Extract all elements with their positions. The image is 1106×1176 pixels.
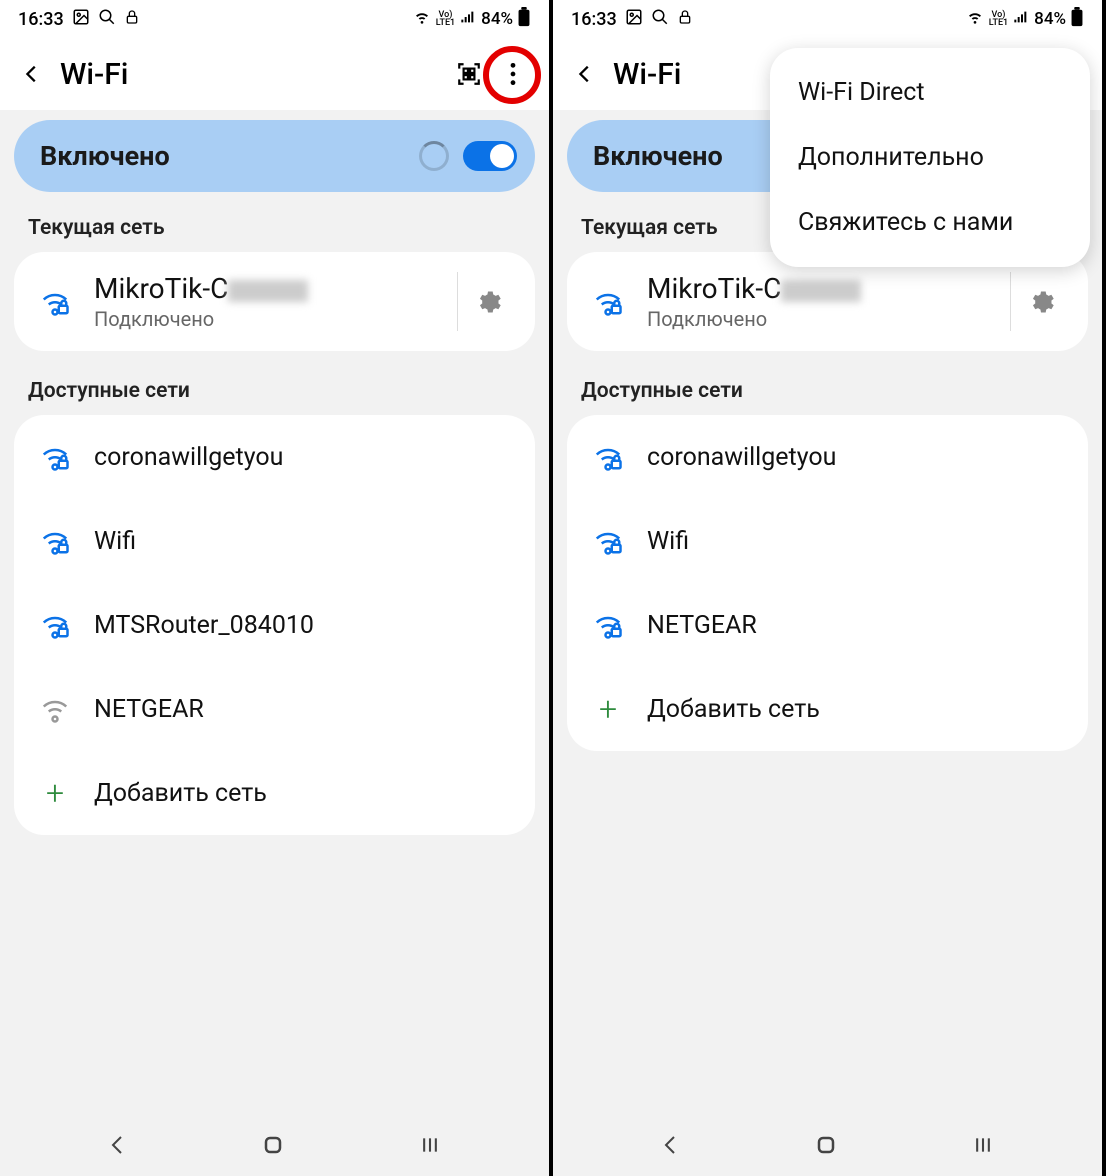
- signal-icon: [1012, 9, 1030, 29]
- network-settings-button[interactable]: [1010, 272, 1070, 331]
- wifi-secured-icon: [585, 442, 631, 472]
- wifi-open-icon: [32, 694, 78, 724]
- current-network-row[interactable]: MikroTik-C Подключено: [14, 252, 535, 351]
- wifi-toggle-row[interactable]: Включено: [14, 120, 535, 192]
- redacted-text: [228, 280, 308, 302]
- available-networks-card: coronawillgetyou Wifi MTSRouter_084010 N…: [14, 415, 535, 835]
- wifi-secured-icon: [585, 526, 631, 556]
- phone-left: 16:33 Vo)LTE1 84%: [0, 0, 553, 1176]
- available-networks-card: coronawillgetyou Wifi NETGEAR + Добавить …: [567, 415, 1088, 751]
- network-status: Подключено: [94, 307, 457, 331]
- battery-percent: 84%: [1034, 9, 1066, 29]
- highlight-circle: [483, 46, 541, 104]
- wifi-secured-icon: [32, 610, 78, 640]
- network-name: Wifi: [94, 527, 517, 556]
- nav-recent-button[interactable]: [417, 1135, 443, 1159]
- system-nav-bar: [553, 1118, 1102, 1176]
- volte-icon: Vo)LTE1: [436, 11, 455, 27]
- current-network-card: MikroTik-C Подключено: [14, 252, 535, 351]
- network-settings-button[interactable]: [457, 272, 517, 331]
- wifi-secured-icon: [32, 526, 78, 556]
- search-icon: [98, 8, 116, 31]
- options-popup: Wi-Fi Direct Дополнительно Свяжитесь с н…: [770, 48, 1090, 267]
- network-name: coronawillgetyou: [647, 443, 1070, 472]
- popup-advanced[interactable]: Дополнительно: [770, 125, 1090, 190]
- wifi-secured-icon: [585, 287, 631, 317]
- wifi-secured-icon: [32, 287, 78, 317]
- status-time: 16:33: [571, 9, 617, 30]
- nav-home-button[interactable]: [814, 1133, 838, 1161]
- toggle-label: Включено: [40, 140, 419, 172]
- phone-right: 16:33 Vo)LTE1 84%: [553, 0, 1106, 1176]
- network-row[interactable]: coronawillgetyou: [14, 415, 535, 499]
- network-row[interactable]: Wifi: [567, 499, 1088, 583]
- search-icon: [651, 8, 669, 31]
- nav-back-button[interactable]: [659, 1133, 683, 1161]
- plus-icon: +: [32, 774, 78, 812]
- status-bar: 16:33 Vo)LTE1 84%: [553, 0, 1102, 38]
- gallery-icon: [72, 8, 90, 31]
- available-networks-header: Доступные сети: [0, 369, 549, 415]
- network-name: Wifi: [647, 527, 1070, 556]
- wifi-secured-icon: [585, 610, 631, 640]
- add-network-label: Добавить сеть: [647, 695, 1070, 724]
- wifi-status-icon: [965, 9, 985, 29]
- back-button[interactable]: [8, 50, 56, 98]
- battery-percent: 84%: [481, 9, 513, 29]
- system-nav-bar: [0, 1118, 549, 1176]
- network-name: coronawillgetyou: [94, 443, 517, 472]
- loading-spinner-icon: [419, 141, 449, 171]
- plus-icon: +: [585, 690, 631, 728]
- network-row[interactable]: NETGEAR: [14, 667, 535, 751]
- redacted-text: [781, 280, 861, 302]
- nav-back-button[interactable]: [106, 1133, 130, 1161]
- network-name: MikroTik-C: [647, 272, 1010, 305]
- network-row[interactable]: coronawillgetyou: [567, 415, 1088, 499]
- network-name: MikroTik-C: [94, 272, 457, 305]
- gallery-icon: [625, 8, 643, 31]
- battery-icon: [1070, 7, 1084, 31]
- page-title: Wi-Fi: [60, 57, 447, 92]
- back-button[interactable]: [561, 50, 609, 98]
- lock-icon: [677, 8, 693, 31]
- status-time: 16:33: [18, 9, 64, 30]
- lock-icon: [124, 8, 140, 31]
- wifi-secured-icon: [32, 442, 78, 472]
- wifi-switch[interactable]: [463, 141, 517, 171]
- nav-home-button[interactable]: [261, 1133, 285, 1161]
- network-name: MTSRouter_084010: [94, 611, 517, 640]
- available-networks-header: Доступные сети: [553, 369, 1102, 415]
- popup-wifi-direct[interactable]: Wi-Fi Direct: [770, 60, 1090, 125]
- network-status: Подключено: [647, 307, 1010, 331]
- add-network-row[interactable]: + Добавить сеть: [14, 751, 535, 835]
- volte-icon: Vo)LTE1: [989, 11, 1008, 27]
- add-network-label: Добавить сеть: [94, 779, 517, 808]
- add-network-row[interactable]: + Добавить сеть: [567, 667, 1088, 751]
- network-row[interactable]: NETGEAR: [567, 583, 1088, 667]
- app-bar: Wi-Fi: [0, 38, 549, 110]
- wifi-status-icon: [412, 9, 432, 29]
- network-name: NETGEAR: [94, 695, 517, 724]
- current-network-header: Текущая сеть: [0, 206, 549, 252]
- network-name: NETGEAR: [647, 611, 1070, 640]
- battery-icon: [517, 7, 531, 31]
- status-bar: 16:33 Vo)LTE1 84%: [0, 0, 549, 38]
- nav-recent-button[interactable]: [970, 1135, 996, 1159]
- signal-icon: [459, 9, 477, 29]
- popup-contact-us[interactable]: Свяжитесь с нами: [770, 190, 1090, 255]
- network-row[interactable]: MTSRouter_084010: [14, 583, 535, 667]
- network-row[interactable]: Wifi: [14, 499, 535, 583]
